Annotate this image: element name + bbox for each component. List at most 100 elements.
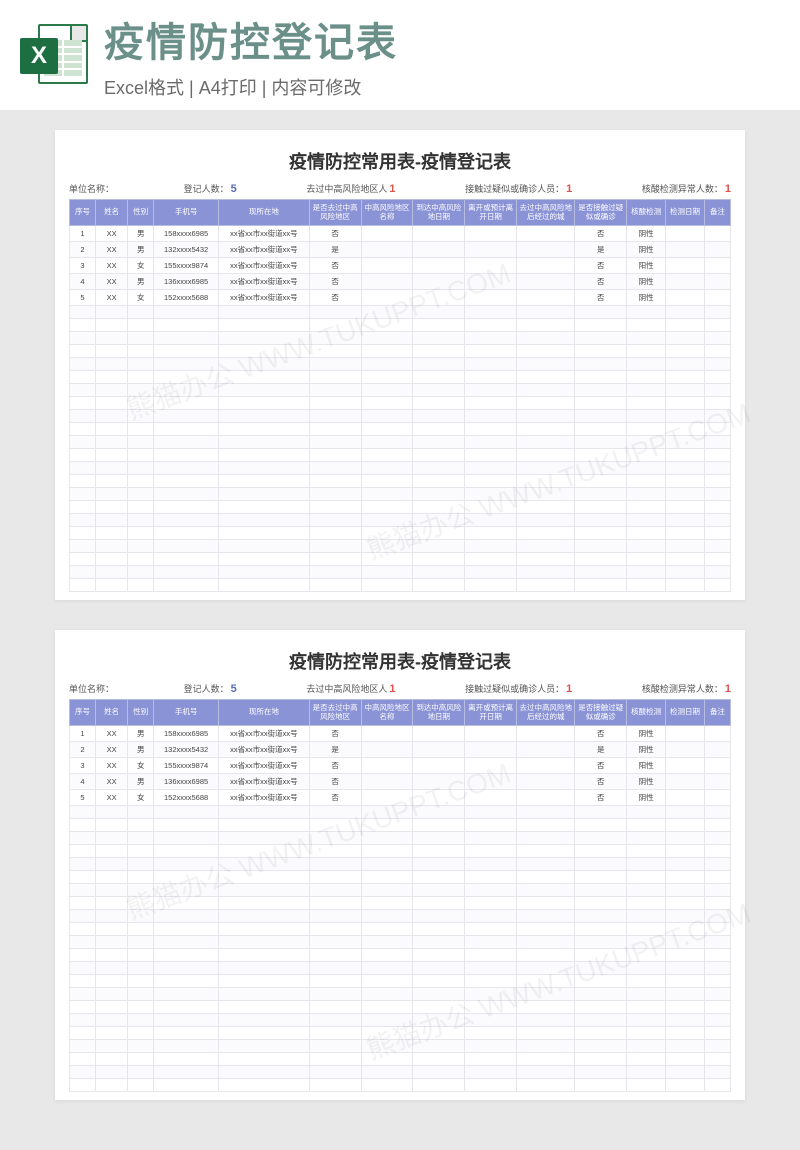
table-cell: XX <box>95 258 127 274</box>
table-cell <box>465 397 517 410</box>
table-cell <box>361 514 413 527</box>
table-cell <box>575 436 627 449</box>
table-cell: 152xxxx5688 <box>154 290 219 306</box>
table-cell <box>666 274 705 290</box>
table-cell <box>154 540 219 553</box>
table-cell <box>413 423 465 436</box>
column-header: 性别 <box>128 200 154 226</box>
table-cell <box>413 566 465 579</box>
table-cell <box>575 514 627 527</box>
table-cell: 男 <box>128 274 154 290</box>
table-cell <box>704 501 730 514</box>
table-cell: XX <box>95 726 127 742</box>
table-cell <box>666 410 705 423</box>
table-cell: 否 <box>575 774 627 790</box>
table-cell <box>154 566 219 579</box>
table-cell <box>128 1001 154 1014</box>
table-cell <box>666 514 705 527</box>
table-cell <box>666 923 705 936</box>
table-cell <box>627 858 666 871</box>
column-header: 中高风险地区名称 <box>361 200 413 226</box>
table-cell <box>666 397 705 410</box>
table-cell <box>627 910 666 923</box>
column-header: 核酸检测 <box>627 700 666 726</box>
excel-file-icon: X <box>20 20 90 90</box>
table-cell <box>361 1079 413 1092</box>
table-row <box>70 897 731 910</box>
table-cell <box>413 1040 465 1053</box>
table-cell <box>413 988 465 1001</box>
table-row <box>70 1027 731 1040</box>
table-cell <box>465 449 517 462</box>
table-cell <box>361 910 413 923</box>
table-cell <box>219 1040 310 1053</box>
table-row <box>70 306 731 319</box>
table-cell <box>361 897 413 910</box>
table-cell <box>704 1040 730 1053</box>
table-cell <box>95 501 127 514</box>
table-cell <box>95 1027 127 1040</box>
table-cell <box>517 897 575 910</box>
unit-label: 单位名称： <box>69 682 114 695</box>
table-cell <box>154 819 219 832</box>
table-cell <box>70 553 96 566</box>
table-cell <box>627 871 666 884</box>
table-cell <box>361 988 413 1001</box>
table-row <box>70 436 731 449</box>
table-cell <box>704 371 730 384</box>
table-cell <box>517 540 575 553</box>
table-cell <box>361 790 413 806</box>
table-cell <box>70 1001 96 1014</box>
table-cell: 女 <box>128 758 154 774</box>
table-row <box>70 910 731 923</box>
table-cell: 132xxxx5432 <box>154 242 219 258</box>
table-cell <box>154 988 219 1001</box>
table-cell <box>575 910 627 923</box>
table-cell <box>361 742 413 758</box>
table-cell: xx省xx市xx街道xx号 <box>219 742 310 758</box>
table-cell <box>361 1040 413 1053</box>
table-cell <box>128 384 154 397</box>
table-cell <box>309 579 361 592</box>
table-cell <box>413 384 465 397</box>
table-cell <box>666 774 705 790</box>
table-cell <box>219 397 310 410</box>
table-cell: 158xxxx6985 <box>154 226 219 242</box>
risk-label: 去过中高风险地区人1 <box>306 182 395 195</box>
table-cell <box>704 871 730 884</box>
table-cell: 否 <box>575 226 627 242</box>
table-row <box>70 384 731 397</box>
table-row <box>70 1040 731 1053</box>
table-cell <box>219 832 310 845</box>
table-cell <box>575 1066 627 1079</box>
table-row <box>70 319 731 332</box>
table-row <box>70 345 731 358</box>
table-cell <box>70 936 96 949</box>
table-cell <box>128 371 154 384</box>
table-cell <box>219 319 310 332</box>
table-cell <box>627 475 666 488</box>
table-cell <box>154 319 219 332</box>
table-cell: XX <box>95 774 127 790</box>
table-cell <box>575 579 627 592</box>
table-cell <box>70 975 96 988</box>
table-cell <box>95 819 127 832</box>
table-cell <box>361 1001 413 1014</box>
count-label: 登记人数：5 <box>184 682 237 695</box>
table-cell <box>361 936 413 949</box>
table-cell <box>627 306 666 319</box>
table-cell <box>70 1053 96 1066</box>
table-cell <box>413 358 465 371</box>
table-cell <box>154 332 219 345</box>
table-cell <box>70 423 96 436</box>
table-cell <box>517 475 575 488</box>
table-cell <box>465 226 517 242</box>
table-cell: 否 <box>575 726 627 742</box>
column-header: 检测日期 <box>666 200 705 226</box>
table-cell <box>70 962 96 975</box>
table-cell <box>154 1001 219 1014</box>
table-cell <box>95 410 127 423</box>
table-cell <box>666 1014 705 1027</box>
table-cell <box>361 475 413 488</box>
table-cell <box>361 975 413 988</box>
